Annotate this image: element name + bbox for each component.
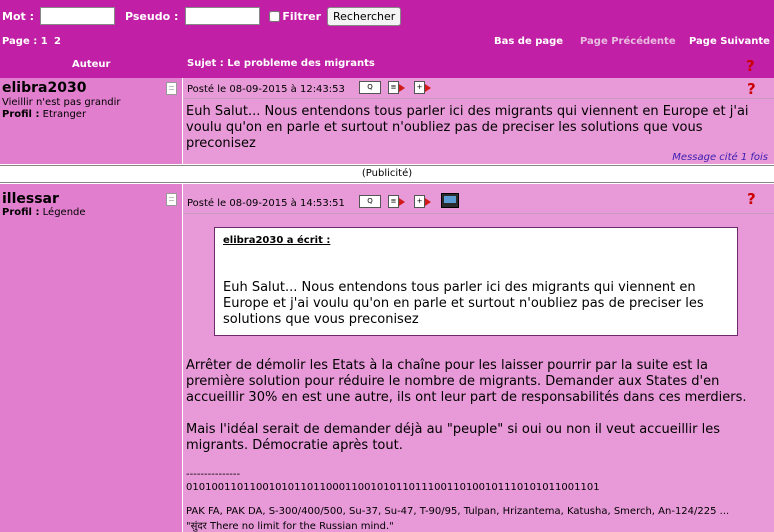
auteur-header: Auteur	[72, 59, 111, 70]
reply-arrow-icon	[425, 198, 431, 206]
edit-icon[interactable]: ≡	[388, 81, 399, 94]
quote-icon[interactable]: Q	[359, 81, 381, 94]
signature-binary: 0101001101100101011011000110010101101110…	[186, 482, 600, 493]
publicite-bar: (Publicité)	[0, 165, 774, 183]
quote-icon[interactable]: Q	[359, 195, 381, 208]
rechercher-button[interactable]: Rechercher	[327, 6, 402, 26]
quote-box: elibra2030 a écrit : Euh Salut... Nous e…	[214, 227, 738, 336]
post2-paragraph-2: Mais l'idéal serait de demander déjà au …	[186, 422, 721, 453]
signature-separator: ---------------	[186, 469, 241, 480]
reply-arrow-icon	[425, 84, 431, 92]
edit-icon[interactable]: ≡	[388, 195, 399, 208]
post2-meta-divider	[183, 213, 774, 214]
reply-icon[interactable]: +	[414, 81, 425, 94]
pagination-row: Page : 1 2 Bas de page Page Précédente P…	[0, 36, 774, 52]
signature-line-2: "सुंदर There no limit for the Russian mi…	[186, 521, 394, 532]
profil-label: Profil :	[2, 109, 40, 120]
profil-value: Légende	[42, 207, 86, 218]
post1-author[interactable]: elibra2030	[2, 80, 86, 96]
page-suivante-link[interactable]: Page Suivante	[689, 36, 770, 47]
post1-body: Euh Salut... Nous entendons tous parler …	[186, 104, 749, 151]
post2-profil: Profil : Légende	[2, 207, 86, 218]
filtrer-label: Filtrer	[282, 9, 321, 23]
page-2-link[interactable]: 2	[54, 36, 61, 47]
profil-label: Profil :	[2, 207, 40, 218]
edit-arrow-icon	[399, 84, 405, 92]
bas-de-page-link[interactable]: Bas de page	[494, 36, 563, 47]
document-icon[interactable]	[166, 82, 177, 95]
post1-meta-divider	[183, 98, 774, 99]
sujet-header: Sujet : Le probleme des migrants	[187, 58, 375, 69]
quote-text: Euh Salut... Nous entendons tous parler …	[223, 280, 704, 327]
monitor-icon[interactable]	[441, 193, 459, 208]
post1-subtitle: Vieillir n'est pas grandir	[2, 97, 121, 108]
table-header: Auteur Sujet : Le probleme des migrants …	[0, 58, 774, 78]
pseudo-input[interactable]	[185, 7, 261, 25]
post1-profil: Profil : Etranger	[2, 109, 86, 120]
mot-label: Mot :	[2, 9, 34, 23]
post2-paragraph-1: Arrêter de démolir les Etats à la chaîne…	[186, 358, 747, 405]
mot-input[interactable]	[40, 7, 115, 25]
message-cite-link[interactable]: Message cité 1 fois	[672, 152, 768, 163]
search-form: Mot : Pseudo : Filtrer Rechercher	[0, 6, 402, 26]
signature-line-1: PAK FA, PAK DA, S-300/400/500, Su-37, Su…	[186, 506, 730, 517]
alert-icon[interactable]: ?	[747, 82, 756, 97]
filtrer-checkbox[interactable]	[269, 10, 281, 22]
edit-arrow-icon	[399, 198, 405, 206]
profil-value: Etranger	[42, 109, 87, 120]
post2-author[interactable]: illessar	[2, 191, 59, 207]
reply-icon[interactable]: +	[414, 195, 425, 208]
post2-meta: Posté le 08-09-2015 à 14:53:51	[187, 198, 345, 209]
post2-author-panel	[0, 184, 182, 532]
alert-icon[interactable]: ?	[747, 192, 756, 207]
pseudo-label: Pseudo :	[125, 9, 179, 23]
page-label: Page : 1	[2, 36, 48, 47]
alert-icon[interactable]: ?	[746, 59, 755, 74]
page-precedente-link: Page Précédente	[580, 36, 676, 47]
quote-author[interactable]: elibra2030 a écrit :	[223, 235, 330, 246]
top-toolbar: Mot : Pseudo : Filtrer Rechercher Page :…	[0, 0, 774, 58]
document-icon[interactable]	[166, 193, 177, 206]
post1-meta: Posté le 08-09-2015 à 12:43:53	[187, 84, 345, 95]
